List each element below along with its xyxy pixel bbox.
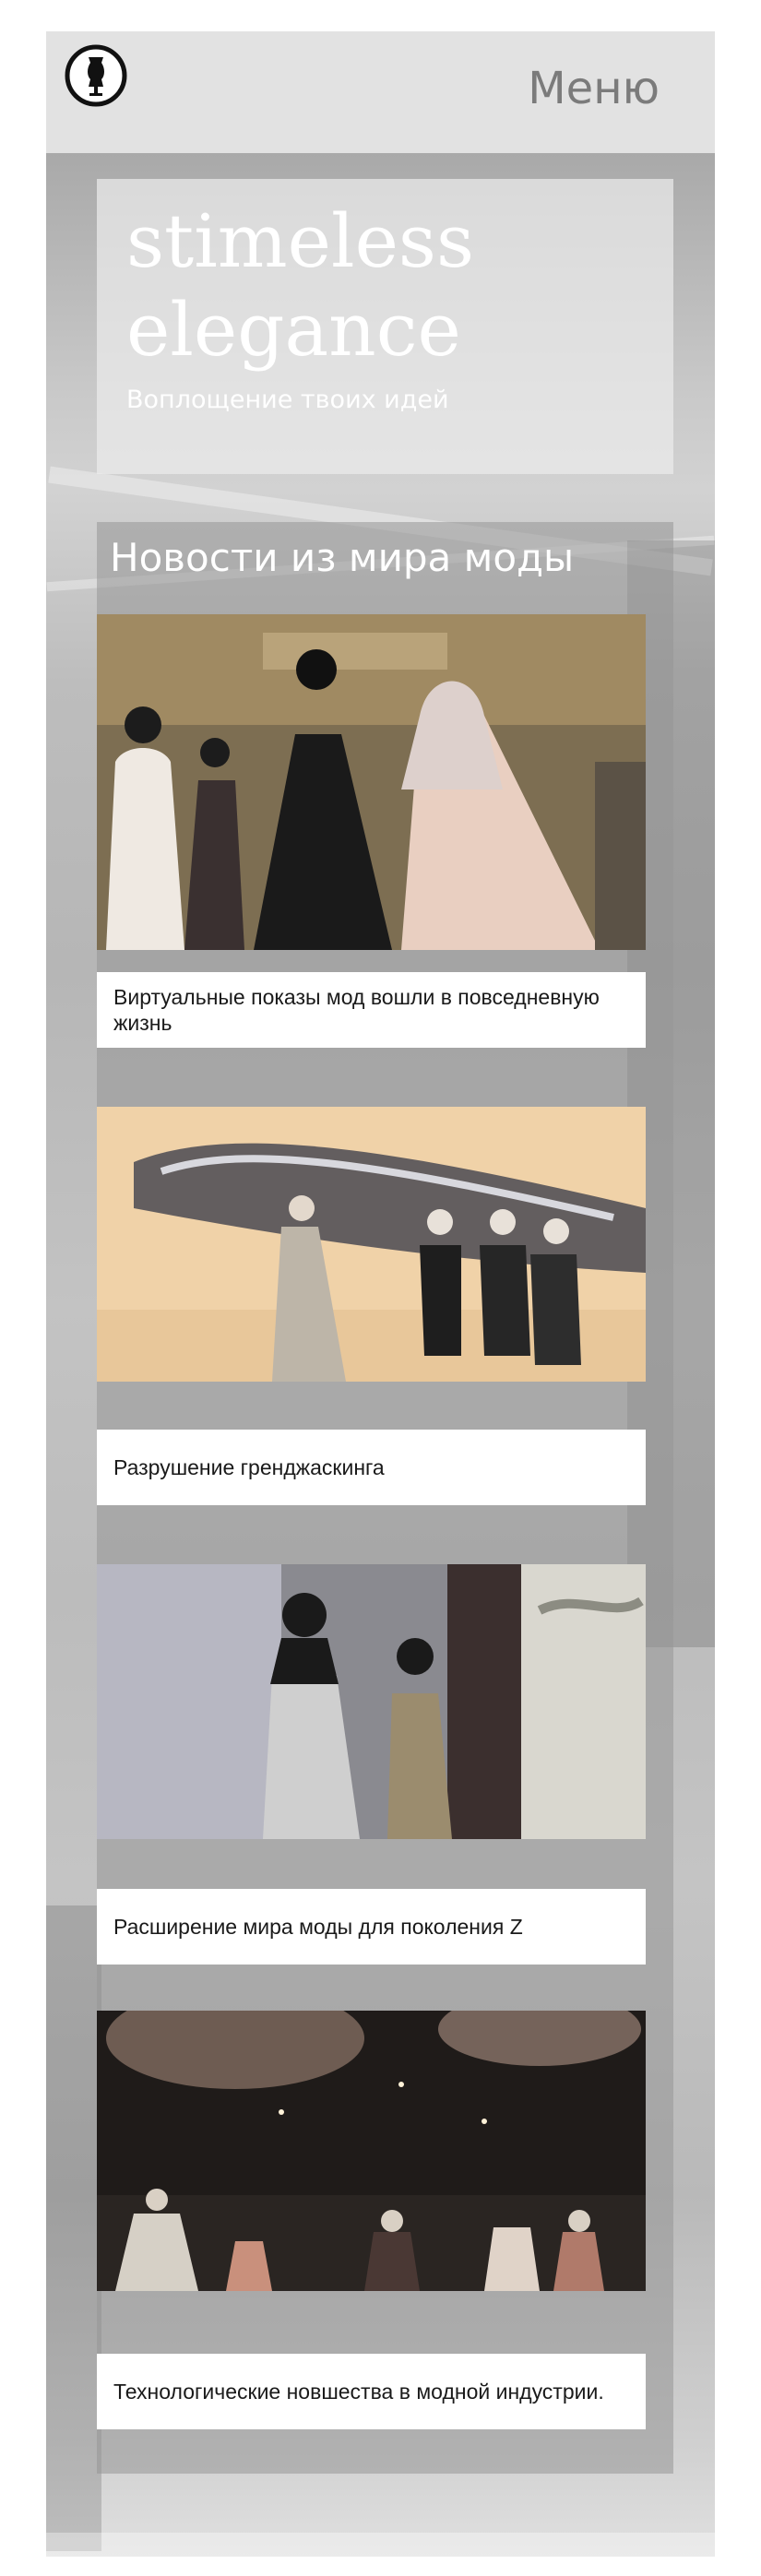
- news-card-4[interactable]: Технологические новшества в модной индус…: [97, 2354, 646, 2429]
- menu-button[interactable]: Меню: [528, 63, 660, 114]
- news-image-3[interactable]: [97, 1564, 646, 1839]
- news-image-4[interactable]: [97, 2011, 646, 2291]
- news-card-3[interactable]: Расширение мира моды для поколения Z: [97, 1889, 646, 1965]
- hero-banner: stimeless elegance Воплощение твоих идей: [97, 179, 673, 474]
- page: Меню stimeless elegance Воплощение твоих…: [46, 31, 715, 2557]
- news-image-2[interactable]: [97, 1107, 646, 1382]
- news-title-1: Виртуальные показы мод вошли в повседнев…: [113, 985, 600, 1035]
- news-heading: Новости из мира моды: [110, 535, 575, 580]
- site-header: Меню: [46, 31, 715, 153]
- news-card-2[interactable]: Разрушение гренджаскинга: [97, 1430, 646, 1505]
- news-card-1[interactable]: Виртуальные показы мод вошли в повседнев…: [97, 972, 646, 1048]
- news-section: Новости из мира моды Виртуальные показы …: [97, 522, 673, 2474]
- dress-form-icon[interactable]: [65, 44, 127, 107]
- hero-subtitle: Воплощение твоих идей: [126, 386, 449, 414]
- news-title-4: Технологические новшества в модной индус…: [113, 2380, 604, 2404]
- news-title-2: Разрушение гренджаскинга: [113, 1455, 385, 1479]
- hero-title: stimeless elegance: [126, 198, 475, 373]
- news-image-1[interactable]: [97, 614, 646, 950]
- news-title-3: Расширение мира моды для поколения Z: [113, 1915, 523, 1939]
